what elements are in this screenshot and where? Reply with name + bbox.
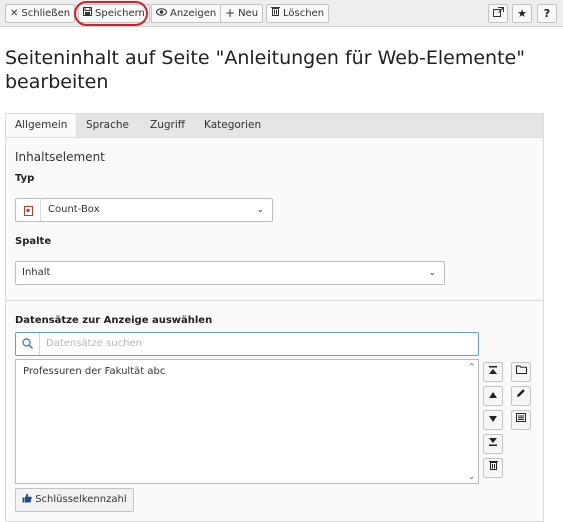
move-to-bottom-button[interactable] bbox=[483, 434, 503, 454]
document-toolbar: ✕ Schließen Speichern Anzeigen + Neu Lös… bbox=[0, 0, 563, 27]
save-label: Speichern bbox=[95, 8, 145, 19]
plus-icon: + bbox=[225, 6, 236, 20]
bookmark-button[interactable]: ★ bbox=[512, 4, 532, 23]
new-button[interactable]: + Neu bbox=[220, 4, 264, 23]
view-button[interactable]: Anzeigen bbox=[151, 4, 222, 23]
content-element-icon: ▪ bbox=[23, 206, 33, 216]
records-search-input[interactable]: Datensätze suchen bbox=[15, 332, 479, 356]
list-records-button[interactable] bbox=[511, 410, 531, 430]
move-to-bottom-icon bbox=[489, 438, 497, 446]
edit-record-button[interactable] bbox=[511, 386, 531, 406]
chevron-down-icon: ⌄ bbox=[428, 268, 436, 278]
browse-records-button[interactable] bbox=[511, 362, 531, 382]
close-button[interactable]: ✕ Schließen bbox=[5, 4, 76, 23]
section-divider bbox=[6, 300, 543, 301]
eye-icon bbox=[156, 5, 167, 22]
section-heading: Inhaltselement bbox=[15, 150, 105, 164]
question-icon: ? bbox=[543, 7, 551, 20]
move-up-button[interactable] bbox=[483, 386, 503, 406]
search-icon bbox=[16, 333, 40, 355]
key-figure-label: Schlüsselkennzahl bbox=[35, 494, 127, 505]
close-label: Schließen bbox=[21, 8, 71, 19]
star-icon: ★ bbox=[517, 7, 527, 20]
search-placeholder: Datensätze suchen bbox=[46, 338, 142, 349]
move-down-button[interactable] bbox=[483, 410, 503, 430]
column-select[interactable]: Inhalt ⌄ bbox=[15, 261, 445, 285]
open-new-window-button[interactable] bbox=[488, 4, 508, 23]
tab-access[interactable]: Zugriff bbox=[141, 114, 194, 138]
column-label: Spalte bbox=[15, 236, 52, 247]
move-to-top-icon bbox=[489, 366, 497, 374]
trash-icon bbox=[488, 461, 498, 470]
close-icon: ✕ bbox=[10, 8, 19, 19]
floppy-disk-icon bbox=[83, 5, 92, 22]
type-label: Typ bbox=[15, 173, 35, 184]
tab-language[interactable]: Sprache bbox=[77, 114, 138, 138]
delete-button[interactable]: Löschen bbox=[266, 4, 330, 23]
form-panel: Inhaltselement Typ ▪ Count-Box ⌄ Spalte … bbox=[5, 137, 544, 522]
thumb-icon bbox=[22, 493, 35, 505]
scroll-up-icon[interactable]: ^ bbox=[468, 362, 475, 371]
type-icon-box: ▪ bbox=[16, 199, 41, 221]
external-window-icon bbox=[492, 7, 504, 20]
view-label: Anzeigen bbox=[170, 8, 217, 19]
pencil-icon bbox=[517, 389, 525, 397]
tab-general[interactable]: Allgemein bbox=[6, 114, 78, 139]
delete-label: Löschen bbox=[283, 8, 325, 19]
move-to-top-button[interactable] bbox=[483, 362, 503, 382]
records-listbox[interactable]: Professuren der Fakultät abc ^ ⌄ bbox=[15, 359, 479, 484]
list-item[interactable]: Professuren der Fakultät abc bbox=[23, 366, 165, 377]
help-button[interactable]: ? bbox=[537, 4, 557, 23]
scroll-down-icon[interactable]: ⌄ bbox=[468, 472, 475, 481]
page-title: Seiteninhalt auf Seite "Anleitungen für … bbox=[5, 47, 525, 93]
type-value: Count-Box bbox=[48, 204, 100, 215]
move-up-icon bbox=[489, 392, 497, 398]
new-label: Neu bbox=[238, 8, 259, 19]
list-icon bbox=[516, 413, 526, 422]
tab-categories[interactable]: Kategorien bbox=[195, 114, 270, 138]
trash-icon bbox=[271, 5, 280, 22]
type-select[interactable]: ▪ Count-Box ⌄ bbox=[15, 198, 273, 222]
chevron-down-icon: ⌄ bbox=[256, 205, 264, 215]
folder-icon bbox=[515, 365, 527, 374]
records-label: Datensätze zur Anzeige auswählen bbox=[15, 315, 213, 326]
tab-bar: Allgemein Sprache Zugriff Kategorien bbox=[5, 113, 544, 139]
key-figure-button[interactable]: Schlüsselkennzahl bbox=[15, 488, 134, 512]
column-value: Inhalt bbox=[22, 267, 51, 278]
move-down-icon bbox=[489, 416, 497, 422]
remove-record-button[interactable] bbox=[483, 458, 503, 478]
save-button[interactable]: Speichern bbox=[78, 4, 150, 23]
